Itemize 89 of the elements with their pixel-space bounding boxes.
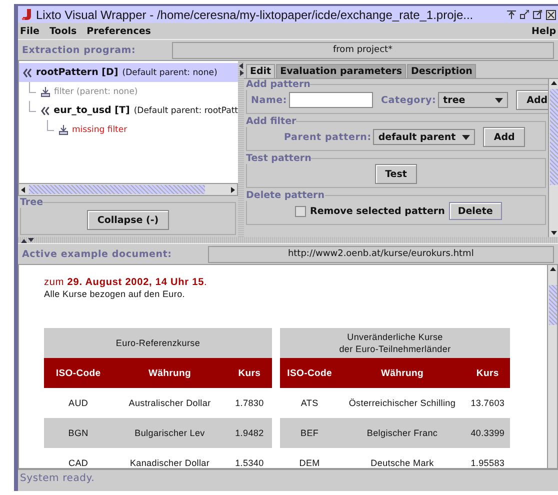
pin-icon[interactable] bbox=[507, 10, 516, 19]
table-cell: 1.5340 bbox=[226, 448, 272, 468]
field-label: Category: bbox=[381, 94, 436, 106]
field-label: Active example document: bbox=[22, 248, 172, 260]
table-cell: CAD bbox=[44, 448, 113, 468]
column-header: Kurs bbox=[465, 358, 510, 388]
extraction-program-field: from project* bbox=[172, 42, 554, 58]
tab[interactable]: Edit bbox=[246, 64, 276, 78]
field-label: Name: bbox=[251, 94, 288, 106]
table-cell: Österreichischer Schilling bbox=[339, 388, 466, 418]
checkbox[interactable] bbox=[295, 206, 306, 216]
scroll-thumb[interactable] bbox=[29, 185, 205, 194]
tree-item[interactable]: missing filter bbox=[72, 124, 128, 134]
category-dropdown[interactable]: tree bbox=[438, 92, 508, 108]
up-arrow-icon[interactable] bbox=[550, 79, 558, 87]
tab[interactable]: Description bbox=[406, 64, 476, 78]
table-cell: 1.9482 bbox=[226, 418, 272, 448]
date-heading: zum 29. August 2002, 14 Uhr 15. bbox=[44, 277, 208, 288]
tree-item[interactable]: eur_to_usd [T] bbox=[54, 105, 130, 116]
subtitle: Alle Kurse bezogen auf den Euro. bbox=[44, 289, 186, 299]
field-label: Parent pattern: bbox=[284, 132, 372, 142]
up-arrow-icon[interactable] bbox=[21, 238, 27, 242]
vertical-scrollbar[interactable] bbox=[548, 79, 558, 237]
checkbox-label[interactable]: Remove selected pattern bbox=[310, 206, 445, 216]
group-title: Add filter bbox=[246, 116, 296, 127]
down-arrow-icon[interactable] bbox=[550, 229, 558, 237]
group-title: Add pattern bbox=[246, 79, 310, 90]
menu-item[interactable]: Help bbox=[532, 26, 556, 36]
group-title: Delete pattern bbox=[246, 190, 325, 201]
tab[interactable]: Evaluation parameters bbox=[276, 64, 406, 78]
scroll-thumb[interactable] bbox=[548, 285, 556, 325]
column-header: Währung bbox=[339, 358, 466, 388]
menu-item[interactable]: File bbox=[20, 26, 40, 36]
column-header: Währung bbox=[112, 358, 227, 388]
down-arrow-icon[interactable] bbox=[28, 238, 34, 242]
tree-item-note: (Default parent: none) bbox=[122, 68, 218, 78]
delete-button[interactable]: Delete bbox=[448, 202, 502, 220]
table-caption: Unveränderliche Kurse der Euro-Teilnehmerländer bbox=[280, 328, 510, 358]
vertical-scrollbar[interactable] bbox=[547, 265, 557, 468]
scroll-thumb[interactable] bbox=[550, 89, 558, 185]
column-header: ISO-Code bbox=[44, 358, 113, 388]
table-cell: 1.95583 bbox=[465, 448, 510, 468]
double-chevron-icon[interactable] bbox=[23, 68, 32, 78]
right-arrow-icon[interactable] bbox=[238, 70, 244, 76]
caret-icon bbox=[495, 98, 504, 102]
column-header: Kurs bbox=[226, 358, 272, 388]
table-cell: 13.7603 bbox=[465, 388, 510, 418]
table-cell: Australischer Dollar bbox=[112, 388, 227, 418]
left-arrow-icon[interactable] bbox=[19, 184, 27, 195]
app-icon bbox=[22, 9, 32, 20]
test-button[interactable]: Test bbox=[375, 164, 417, 184]
filter-icon[interactable] bbox=[59, 124, 68, 134]
column-header: ISO-Code bbox=[280, 358, 340, 388]
table-cell: Bulgarischer Lev bbox=[112, 418, 227, 448]
up-arrow-icon[interactable] bbox=[548, 265, 556, 273]
add-button[interactable]: Add bbox=[483, 127, 526, 147]
table-cell: BGN bbox=[44, 418, 113, 448]
table-caption: Euro-Referenzkurse bbox=[44, 328, 272, 358]
field-label: Extraction program: bbox=[22, 44, 136, 56]
table-cell: 1.7830 bbox=[226, 388, 272, 418]
group-title: Test pattern bbox=[246, 153, 312, 164]
parent-pattern-dropdown[interactable]: default parent bbox=[373, 129, 476, 145]
name-field[interactable] bbox=[289, 92, 374, 108]
table-cell: Deutsche Mark bbox=[339, 448, 466, 468]
horizontal-scrollbar[interactable] bbox=[18, 183, 238, 196]
table-cell: AUD bbox=[44, 388, 113, 418]
minimize-icon[interactable] bbox=[520, 10, 529, 19]
group-title: Tree bbox=[20, 197, 44, 208]
tree-item-note: (Default parent: rootPatt bbox=[134, 106, 238, 116]
table-cell: 40.3399 bbox=[465, 418, 510, 448]
table-cell: BEF bbox=[280, 418, 340, 448]
left-arrow-icon[interactable] bbox=[238, 63, 244, 69]
add-button[interactable]: Add bbox=[516, 90, 548, 110]
tree-item[interactable]: rootPattern [D] bbox=[36, 67, 118, 78]
window-title: Lixto Visual Wrapper - /home/ceresna/my-lixtopaper/icde/exchange_rate_1.proje... bbox=[36, 8, 474, 22]
collapse-button[interactable]: Collapse (-) bbox=[87, 210, 169, 230]
right-arrow-icon[interactable] bbox=[229, 184, 237, 195]
table-cell: Kanadischer Dollar bbox=[112, 448, 227, 468]
table-cell: ATS bbox=[280, 388, 340, 418]
close-icon[interactable] bbox=[546, 10, 556, 20]
menu-item[interactable]: Tools bbox=[49, 26, 77, 36]
double-chevron-icon[interactable] bbox=[41, 106, 50, 116]
menu-item[interactable]: Preferences bbox=[86, 26, 151, 36]
table-cell: Belgischer Franc bbox=[339, 418, 466, 448]
caret-icon bbox=[462, 134, 470, 140]
status-bar: System ready. bbox=[18, 469, 558, 487]
maximize-icon[interactable] bbox=[533, 10, 542, 19]
table-cell: DEM bbox=[280, 448, 340, 468]
document-url-field: http://www2.oenb.at/kurse/eurokurs.html bbox=[208, 246, 554, 262]
